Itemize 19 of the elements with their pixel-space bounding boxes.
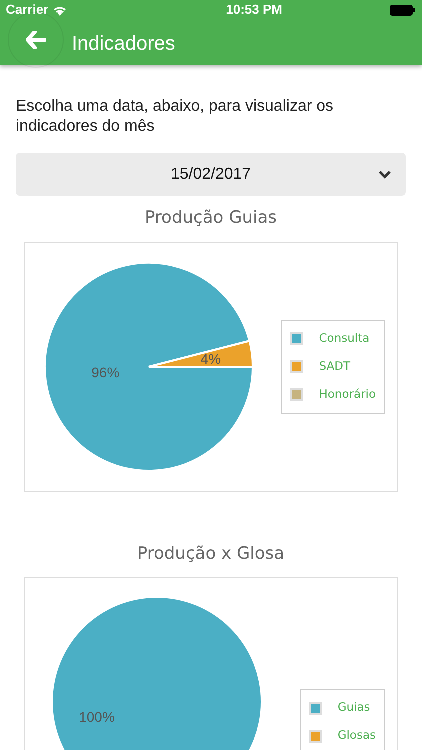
- wifi-icon: [52, 4, 67, 16]
- slice-label: 4%: [200, 350, 222, 367]
- screen-title: Indicadores: [72, 32, 176, 57]
- legend-label: SADT: [319, 358, 351, 375]
- chart-title: Produção x Glosa: [136, 542, 286, 566]
- legend-label: Guias: [338, 699, 370, 716]
- chart-title: Produção Guias: [144, 207, 278, 230]
- clock-text: 10:53 PM: [226, 1, 282, 20]
- legend-label: Consulta: [319, 330, 370, 347]
- slice-label: 100%: [79, 709, 115, 725]
- slice-label: 96%: [92, 364, 120, 380]
- carrier-text: Carrier: [6, 1, 49, 20]
- legend-label: Honorário: [319, 386, 376, 403]
- chevron-down-icon: [378, 170, 392, 180]
- legend-label: Glosas: [338, 727, 376, 744]
- instruction-text: Escolha uma data, abaixo, para visualizar os indicadores do mês: [16, 97, 335, 137]
- battery-icon: [390, 4, 416, 16]
- back-arrow-icon: [26, 31, 46, 49]
- date-select[interactable]: 15/02/2017: [16, 153, 406, 196]
